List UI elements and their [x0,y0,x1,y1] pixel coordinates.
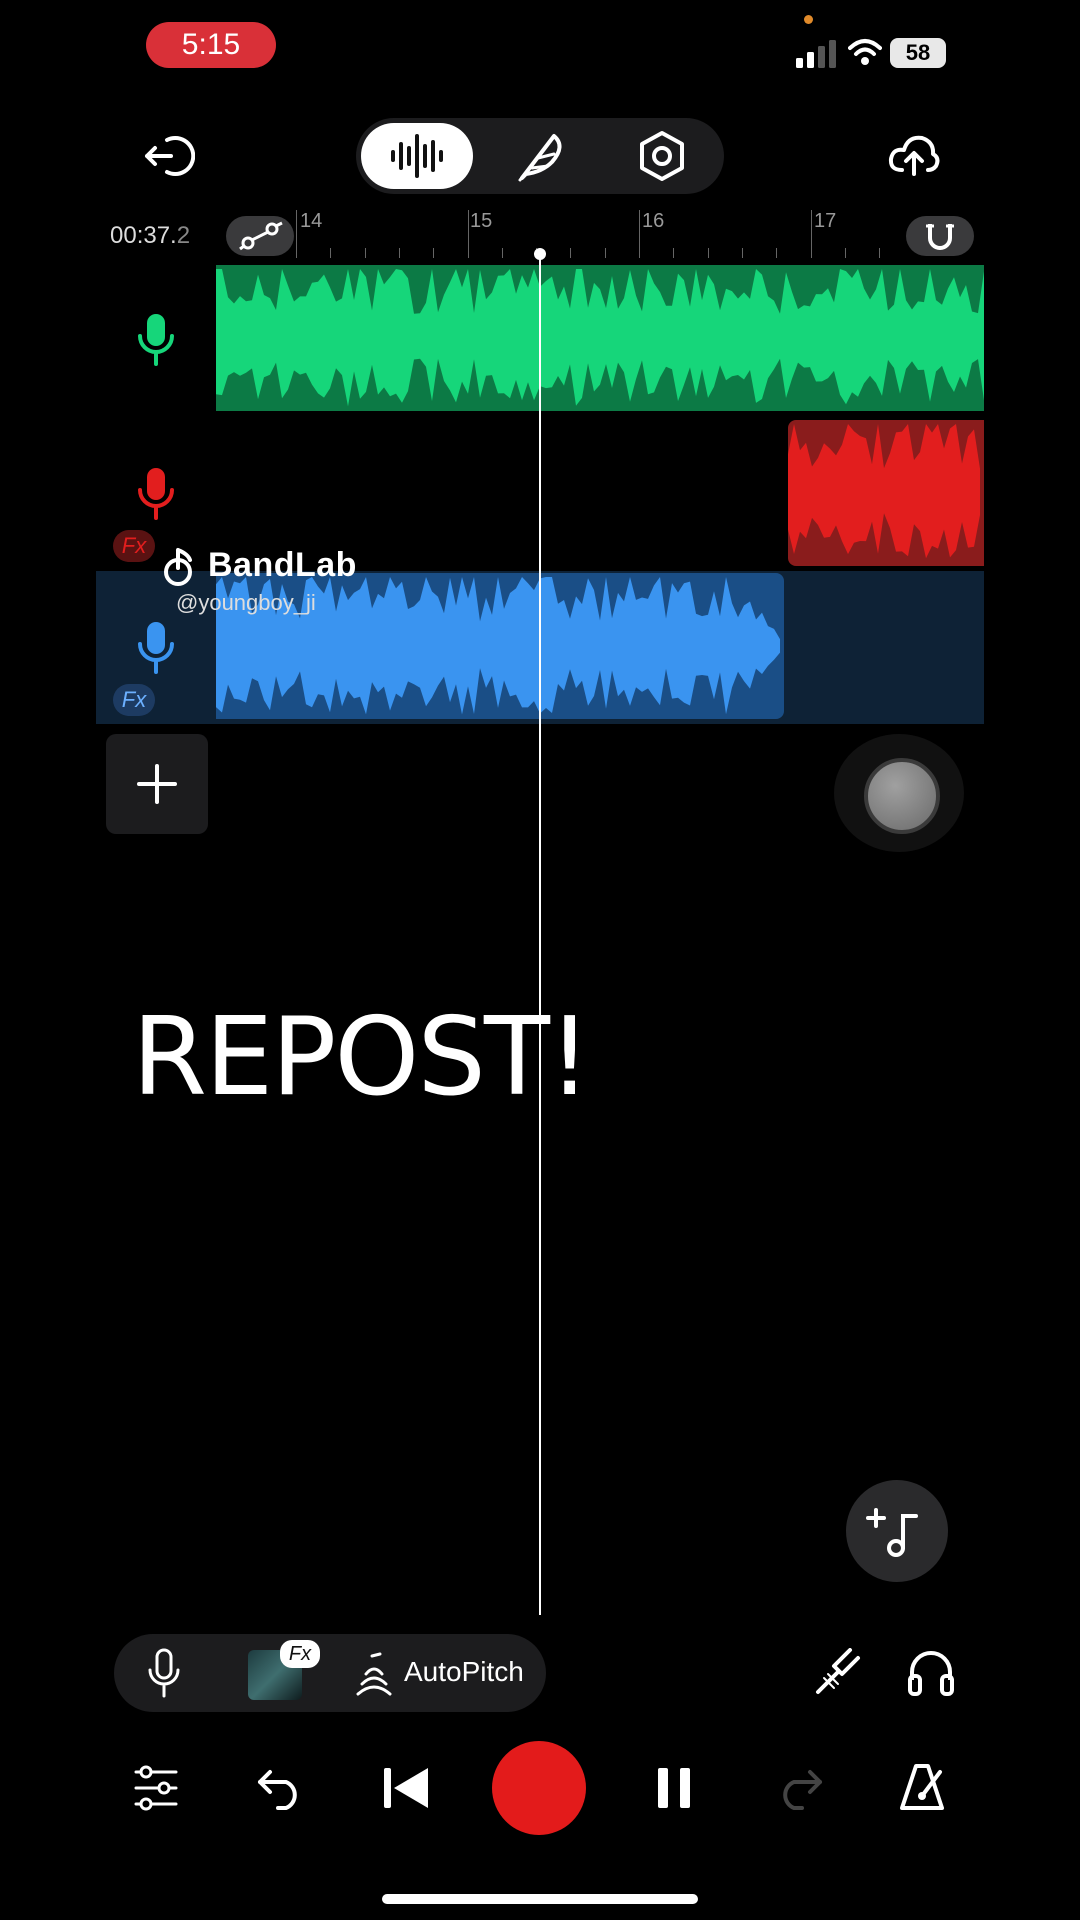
track-1-mic-icon[interactable] [134,312,178,368]
ruler-label: 16 [642,210,665,232]
magnet-icon [926,224,954,250]
time-readout: 00:37.2 [110,222,191,249]
automation-button[interactable] [226,216,294,256]
record-level-knob[interactable] [864,758,940,834]
fx-chip[interactable]: Fx [280,1640,320,1668]
watermark-username: @youngboy_ji [176,590,316,615]
snap-button[interactable] [906,216,974,256]
ruler-tick [776,248,778,258]
mixer-sliders-icon[interactable] [132,1764,180,1812]
ruler-tick [879,248,881,258]
bandlab-logo-icon [164,548,192,586]
mic-tool-icon[interactable] [144,1648,184,1700]
tuner-fork-icon[interactable] [812,1648,862,1698]
skip-to-start-icon[interactable] [382,1766,430,1810]
autopitch-button[interactable]: AutoPitch [404,1656,524,1688]
home-indicator [382,1894,698,1904]
ruler-label: 15 [470,210,493,232]
ruler-label: 17 [814,210,837,232]
ruler-tick [673,248,675,258]
playhead-handle[interactable] [534,248,546,260]
overlay-caption: REPOST! [132,995,591,1120]
ruler-label: 14 [300,210,323,232]
ruler-tick [501,248,503,258]
autopitch-icon[interactable] [354,1650,394,1698]
add-note-icon [866,1508,918,1557]
exit-studio-icon[interactable] [135,126,195,186]
ruler-tick [364,248,366,258]
add-instrument-button[interactable] [846,1480,948,1582]
ruler-tick [639,210,640,258]
ruler-tick [844,248,846,258]
waveform [788,424,980,559]
add-track-button[interactable] [106,734,208,834]
ruler-tick [810,210,812,258]
track-2-mic-icon[interactable] [134,466,178,522]
track-3-fx-badge[interactable]: Fx [113,684,155,716]
undo-icon[interactable] [256,1768,306,1810]
cellular-signal-icon [796,40,836,68]
mic-in-use-indicator [804,15,813,24]
ruler-tick [604,248,606,258]
ruler-tick [570,248,572,258]
track-2-audio-clip[interactable] [788,420,984,566]
record-button[interactable] [492,1741,586,1835]
metronome-icon[interactable] [898,1762,946,1812]
waveform-icon [391,134,443,178]
track-1-audio-clip[interactable] [216,265,984,411]
ruler-tick [467,210,469,258]
playhead[interactable] [539,255,541,1615]
ruler-tick [296,210,297,258]
plus-icon [137,764,177,804]
status-time: 5:15 [146,22,276,68]
track-3-mic-icon[interactable] [134,620,178,676]
tab-settings[interactable] [636,130,688,182]
pause-icon[interactable] [656,1766,692,1810]
ruler-tick [741,248,743,258]
ruler-tick [398,248,400,258]
headphones-icon[interactable] [906,1646,956,1698]
battery-level: 58 [890,38,946,68]
track-2-fx-badge[interactable]: Fx [113,530,155,562]
ruler-tick [330,248,332,258]
redo-icon[interactable] [774,1768,824,1810]
waveform [216,269,984,407]
cloud-upload-icon[interactable] [888,130,940,182]
automation-icon [239,221,283,251]
wifi-icon [848,39,882,65]
ruler-tick [433,248,435,258]
tab-feather[interactable] [514,128,566,184]
ruler-tick [707,248,709,258]
watermark-brand: BandLab [208,546,357,584]
